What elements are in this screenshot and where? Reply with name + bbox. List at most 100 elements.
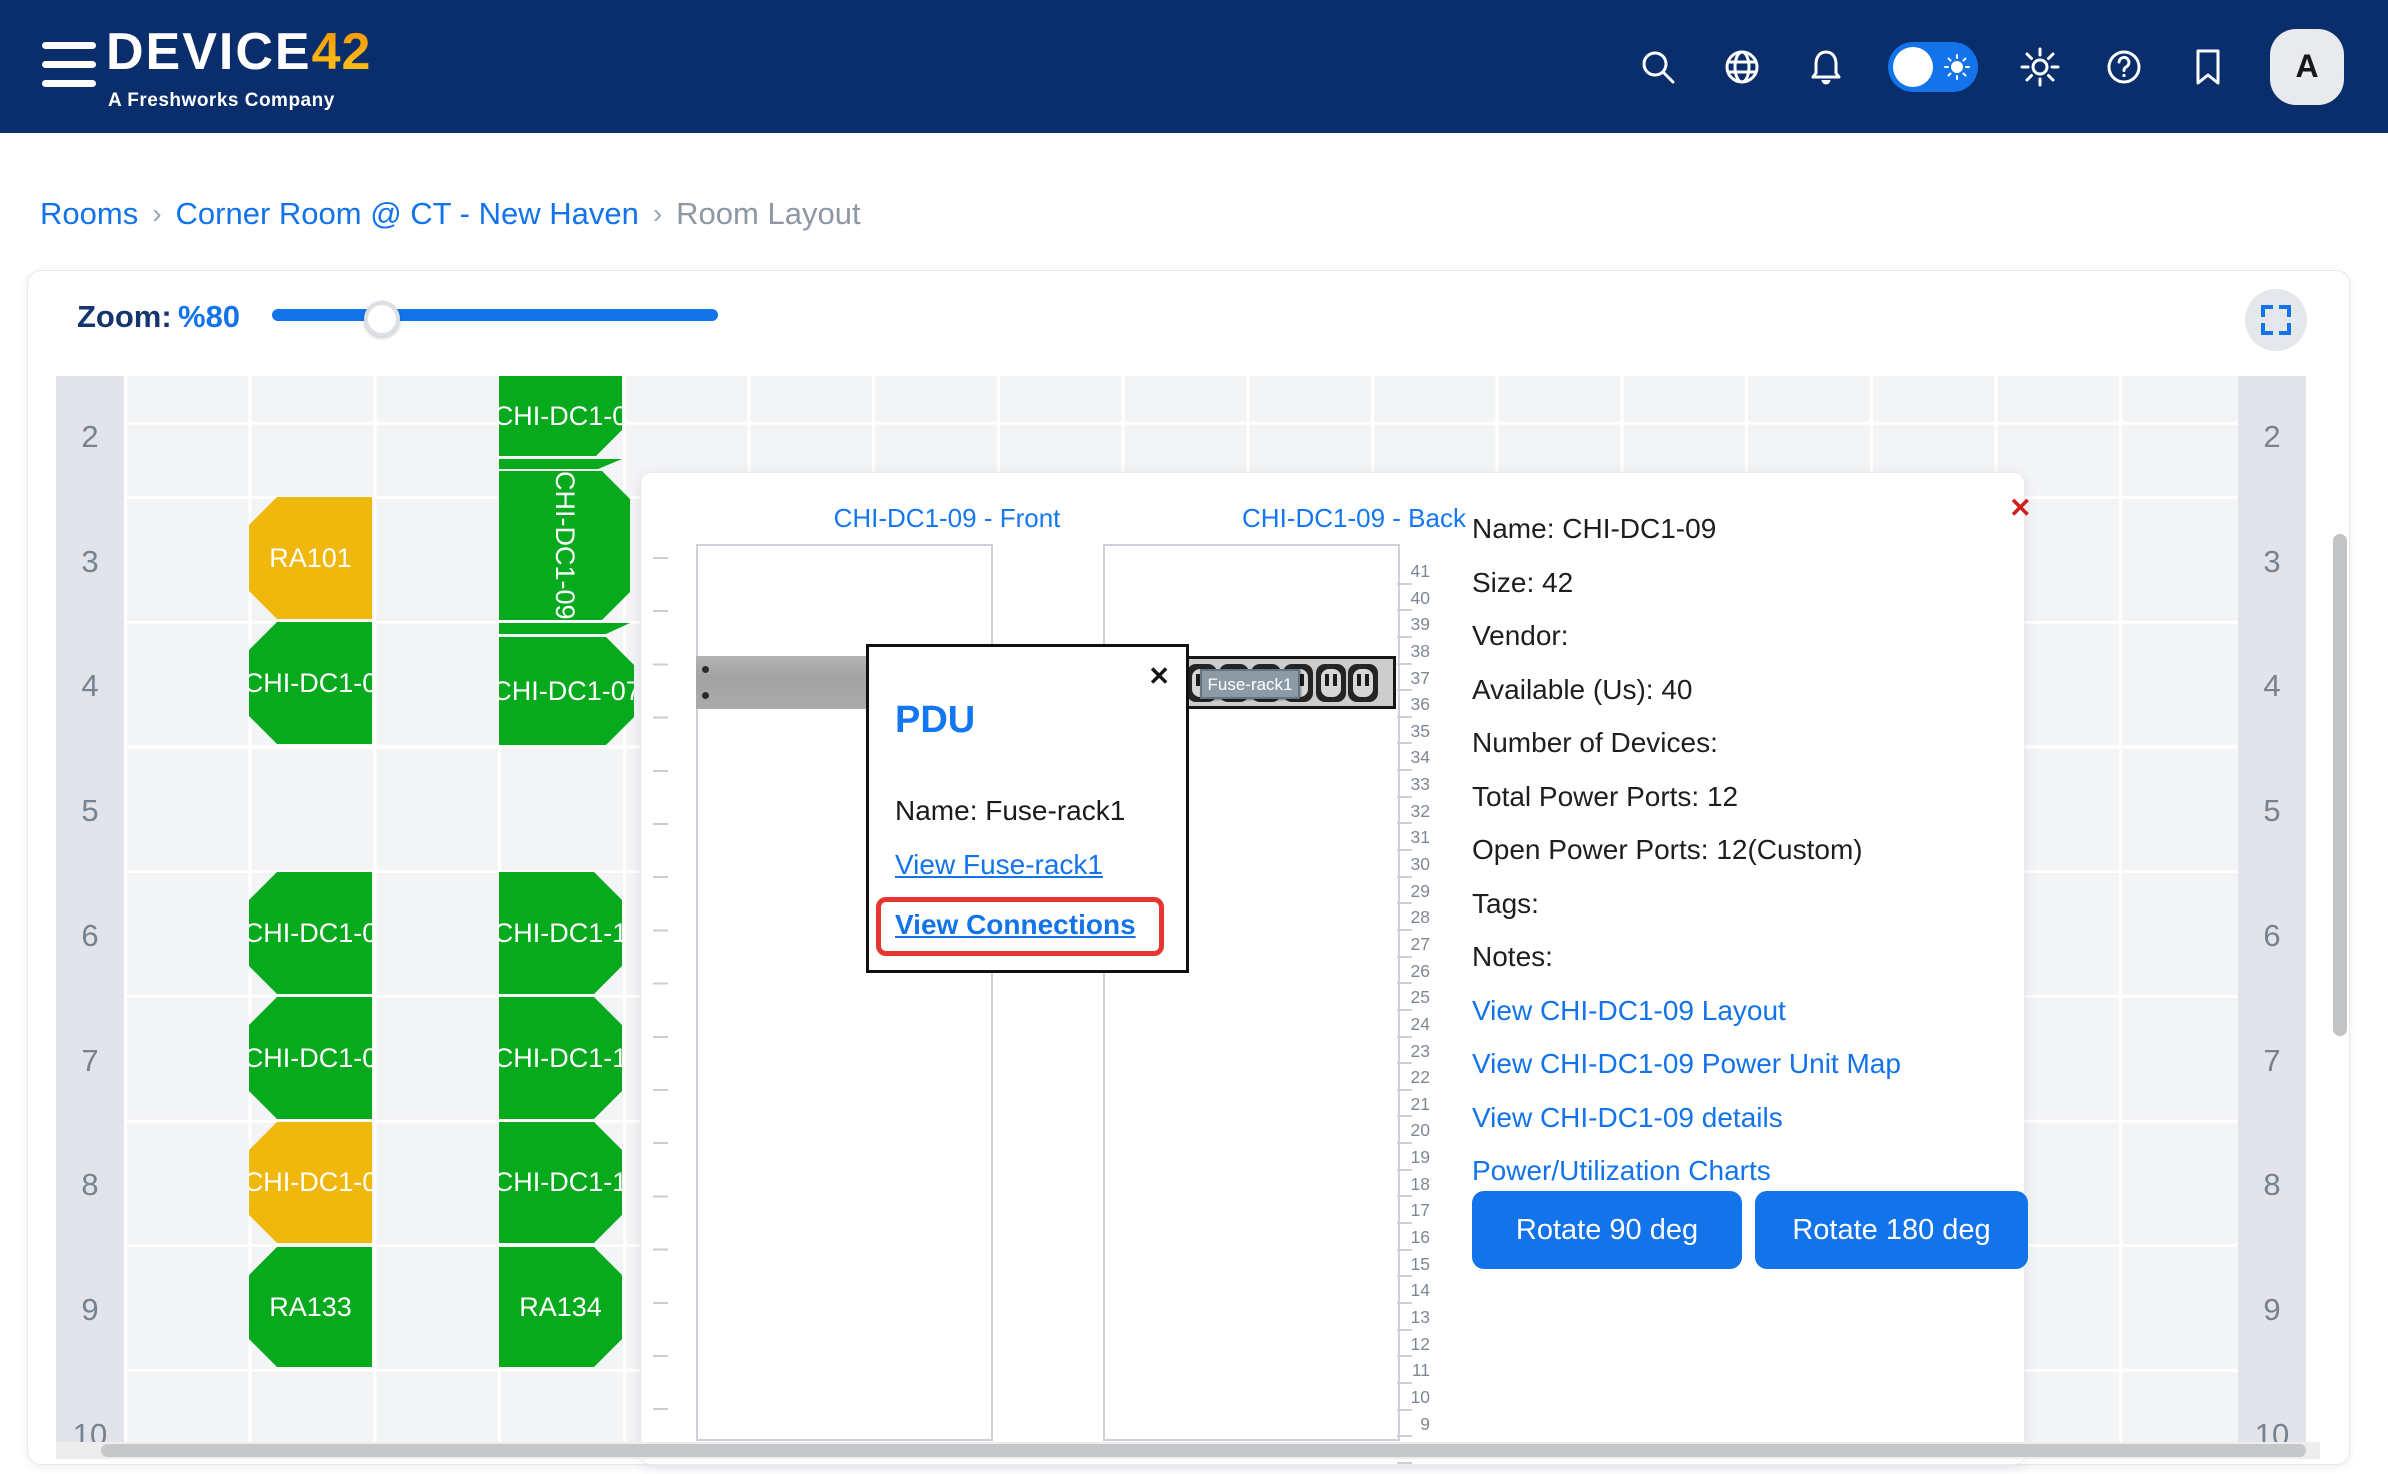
rotate-90-button[interactable]: Rotate 90 deg bbox=[1472, 1191, 1742, 1269]
info-field: Available (Us): 40 bbox=[1472, 674, 1692, 708]
gear-icon[interactable] bbox=[2018, 45, 2062, 89]
rack-label: RA134 bbox=[519, 1292, 602, 1323]
pdu-popup: ✕ PDU Name: Fuse-rack1 View Fuse-rack1 V… bbox=[866, 644, 1189, 973]
grid-row-number: 9 bbox=[56, 1292, 124, 1328]
logo-brand: DEVICE bbox=[106, 23, 312, 81]
theme-toggle[interactable] bbox=[1888, 42, 1978, 92]
unit-number: 20 bbox=[1400, 1117, 1434, 1144]
rack-chi-dc1-1[interactable]: CHI-DC1-1 bbox=[499, 872, 622, 994]
avatar[interactable]: A bbox=[2270, 29, 2344, 105]
unit-number: 24 bbox=[1400, 1011, 1434, 1038]
unit-number: 9 bbox=[1400, 1411, 1434, 1438]
info-link-2[interactable]: View CHI-DC1-09 details bbox=[1472, 1102, 1783, 1136]
info-field: Number of Devices: bbox=[1472, 727, 1718, 761]
info-link-0[interactable]: View CHI-DC1-09 Layout bbox=[1472, 995, 1786, 1029]
help-icon[interactable] bbox=[2102, 45, 2146, 89]
grid-row-number: 8 bbox=[2238, 1167, 2306, 1203]
grid-row-number: 5 bbox=[56, 793, 124, 829]
breadcrumb-item-2: Room Layout bbox=[676, 196, 860, 232]
rack-chi-dc1-1[interactable]: CHI-DC1-1 bbox=[499, 997, 622, 1119]
rack-label: CHI-DC1-07 bbox=[492, 676, 641, 707]
grid-row-number: 4 bbox=[2238, 668, 2306, 704]
unit-number: 11 bbox=[1400, 1357, 1434, 1384]
rack-ra134[interactable]: RA134 bbox=[499, 1247, 622, 1367]
breadcrumb-item-1[interactable]: Corner Room @ CT - New Haven bbox=[176, 196, 639, 232]
zoom-slider-knob[interactable] bbox=[364, 301, 400, 337]
sun-icon bbox=[1944, 54, 1970, 80]
unit-number: 23 bbox=[1400, 1038, 1434, 1065]
menu-icon[interactable] bbox=[42, 42, 96, 90]
rotate-180-button[interactable]: Rotate 180 deg bbox=[1755, 1191, 2028, 1269]
logo-tagline: A Freshworks Company bbox=[108, 90, 335, 112]
power-outlet-icon bbox=[1316, 664, 1346, 702]
horizontal-scrollbar[interactable] bbox=[56, 1442, 2320, 1459]
info-link-1[interactable]: View CHI-DC1-09 Power Unit Map bbox=[1472, 1048, 1901, 1082]
grid-row-number: 8 bbox=[56, 1167, 124, 1203]
rack-front-title: CHI-DC1-09 - Front bbox=[747, 503, 1147, 534]
unit-number: 10 bbox=[1400, 1384, 1434, 1411]
grid-row-number: 2 bbox=[56, 419, 124, 455]
unit-number: 40 bbox=[1400, 585, 1434, 612]
rack-chi-dc1-0[interactable]: CHI-DC1-0 bbox=[499, 376, 622, 456]
top-navbar: DEVICE42 A Freshworks Company bbox=[0, 0, 2388, 133]
popup-title: PDU bbox=[895, 699, 975, 742]
zoom-slider[interactable] bbox=[272, 309, 718, 321]
rack-label: CHI-DC1-0 bbox=[244, 1043, 378, 1074]
unit-number: 18 bbox=[1400, 1171, 1434, 1198]
unit-number: 35 bbox=[1400, 718, 1434, 745]
rack-chi-dc1-0[interactable]: CHI-DC1-0 bbox=[249, 872, 372, 994]
breadcrumb-item-0[interactable]: Rooms bbox=[40, 196, 138, 232]
breadcrumb: Rooms›Corner Room @ CT - New Haven›Room … bbox=[40, 196, 861, 232]
grid-row-number: 3 bbox=[56, 544, 124, 580]
rack-ra133[interactable]: RA133 bbox=[249, 1247, 372, 1367]
rack-chi-dc1-0[interactable]: CHI-DC1-0 bbox=[249, 622, 372, 744]
grid-row-number: 6 bbox=[56, 918, 124, 954]
rack-label: CHI-DC1-1 bbox=[494, 1043, 628, 1074]
popup-close-icon[interactable]: ✕ bbox=[1148, 661, 1170, 692]
rack-label: CHI-DC1-09 bbox=[549, 471, 580, 620]
device42-logo[interactable]: DEVICE42 bbox=[106, 26, 371, 78]
info-field: Size: 42 bbox=[1472, 567, 1573, 601]
unit-number: 16 bbox=[1400, 1224, 1434, 1251]
unit-number: 41 bbox=[1400, 558, 1434, 585]
rack-label: RA133 bbox=[269, 1292, 352, 1323]
unit-number: 36 bbox=[1400, 691, 1434, 718]
info-link-3[interactable]: Power/Utilization Charts bbox=[1472, 1155, 1771, 1189]
zoom-value: %80 bbox=[178, 299, 240, 335]
room-layout-card: Zoom: %80 2345678910 2345678910 CHI-DC1-… bbox=[27, 270, 2350, 1465]
globe-icon[interactable] bbox=[1720, 45, 1764, 89]
view-fuse-rack1-link[interactable]: View Fuse-rack1 bbox=[895, 849, 1103, 881]
unit-number: 26 bbox=[1400, 958, 1434, 985]
info-field: Tags: bbox=[1472, 888, 1539, 922]
unit-number: 32 bbox=[1400, 798, 1434, 825]
rack-chi-dc1-07[interactable]: CHI-DC1-07 bbox=[499, 637, 634, 745]
horizontal-scrollbar-thumb[interactable] bbox=[101, 1444, 2306, 1457]
bell-icon[interactable] bbox=[1804, 45, 1848, 89]
info-field: Name: CHI-DC1-09 bbox=[1472, 513, 1716, 547]
grid-row-number: 7 bbox=[2238, 1043, 2306, 1079]
vertical-scrollbar-thumb[interactable] bbox=[2333, 534, 2347, 1036]
view-connections-link[interactable]: View Connections bbox=[895, 909, 1136, 941]
rack-chi-dc1-0[interactable]: CHI-DC1-0 bbox=[249, 997, 372, 1119]
rack-chi-dc1-0[interactable]: CHI-DC1-0 bbox=[249, 1122, 372, 1243]
grid-row-number: 2 bbox=[2238, 419, 2306, 455]
fullscreen-button[interactable] bbox=[2245, 289, 2307, 351]
rack-ra101[interactable]: RA101 bbox=[249, 497, 372, 619]
breadcrumb-separator: › bbox=[653, 198, 662, 230]
rack-chi-dc1-1[interactable]: CHI-DC1-1 bbox=[499, 1122, 622, 1243]
rack-front-unit-ticks bbox=[653, 557, 668, 1429]
popup-device-name: Name: Fuse-rack1 bbox=[895, 795, 1125, 827]
unit-number: 33 bbox=[1400, 771, 1434, 798]
unit-number: 25 bbox=[1400, 984, 1434, 1011]
search-icon[interactable] bbox=[1636, 45, 1680, 89]
info-field: Open Power Ports: 12(Custom) bbox=[1472, 834, 1863, 868]
info-field: Vendor: bbox=[1472, 620, 1569, 654]
rack-detail-panel: CHI-DC1-09 - Front CHI-DC1-09 - Back 414… bbox=[641, 473, 2024, 1464]
bookmark-icon[interactable] bbox=[2186, 45, 2230, 89]
rack-label: RA101 bbox=[269, 543, 352, 574]
unit-number: 31 bbox=[1400, 824, 1434, 851]
grid-row-number: 7 bbox=[56, 1043, 124, 1079]
rack-label: CHI-DC1-0 bbox=[244, 918, 378, 949]
rack-chi-dc1-09[interactable]: CHI-DC1-09 bbox=[499, 471, 630, 620]
info-panel-close-icon[interactable]: ✕ bbox=[2009, 493, 2032, 524]
